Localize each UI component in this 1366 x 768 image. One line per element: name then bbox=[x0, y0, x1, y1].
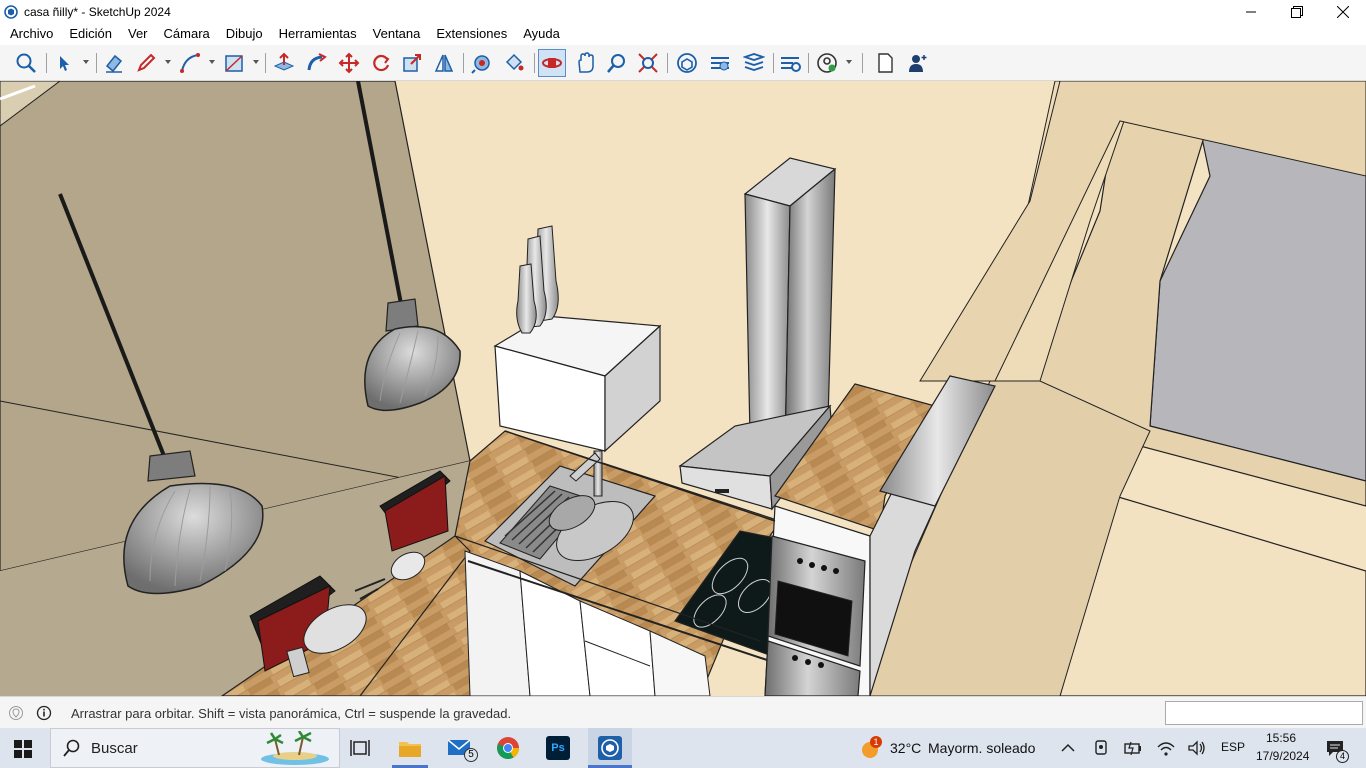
menu-ayuda[interactable]: Ayuda bbox=[515, 23, 568, 45]
clock-time[interactable]: 15:56 bbox=[1266, 731, 1296, 745]
task-view-button[interactable] bbox=[346, 734, 374, 762]
pan-icon[interactable] bbox=[571, 49, 599, 77]
new-file-icon[interactable] bbox=[871, 49, 899, 77]
menu-dibujo[interactable]: Dibujo bbox=[218, 23, 271, 45]
zoom-extents-icon[interactable] bbox=[634, 49, 662, 77]
start-button[interactable] bbox=[14, 740, 32, 763]
mail-badge: 5 bbox=[464, 748, 478, 762]
orbit-icon[interactable] bbox=[538, 49, 566, 77]
zoom-window-icon[interactable] bbox=[12, 49, 40, 77]
menu-ver[interactable]: Ver bbox=[120, 23, 156, 45]
chrome-button[interactable] bbox=[494, 734, 522, 762]
restore-button[interactable] bbox=[1274, 0, 1320, 23]
follow-me-icon[interactable] bbox=[303, 49, 331, 77]
pencil-dropdown-icon[interactable] bbox=[165, 60, 171, 64]
sketchup-taskbar-button[interactable] bbox=[588, 728, 632, 768]
battery-icon[interactable] bbox=[1124, 739, 1142, 757]
volume-icon[interactable] bbox=[1187, 739, 1207, 757]
chrome-icon bbox=[497, 737, 519, 759]
push-pull-icon[interactable] bbox=[270, 49, 298, 77]
window-title: casa ñilly* - SketchUp 2024 bbox=[24, 4, 171, 19]
extension-manager-icon[interactable] bbox=[776, 49, 804, 77]
account-icon[interactable] bbox=[813, 49, 841, 77]
menu-ventana[interactable]: Ventana bbox=[365, 23, 429, 45]
main-toolbar bbox=[0, 45, 1366, 81]
account-dropdown-icon[interactable] bbox=[846, 60, 852, 64]
status-message: Arrastrar para orbitar. Shift = vista pa… bbox=[71, 706, 512, 721]
meet-now-icon[interactable] bbox=[1093, 739, 1109, 757]
rotate-icon[interactable] bbox=[367, 49, 395, 77]
clock-date[interactable]: 17/9/2024 bbox=[1256, 749, 1309, 763]
close-button[interactable] bbox=[1320, 0, 1366, 23]
layout-icon[interactable] bbox=[740, 49, 768, 77]
zoom-icon[interactable] bbox=[603, 49, 631, 77]
folder-icon bbox=[399, 742, 421, 757]
kitchen-model-scene bbox=[0, 81, 1366, 696]
select-icon[interactable] bbox=[50, 49, 78, 77]
menu-edicion[interactable]: Edición bbox=[61, 23, 120, 45]
extension-warehouse-icon[interactable] bbox=[706, 49, 734, 77]
windows-taskbar: Buscar 5 Ps 1 32°C Mayorm. soleado ESP 1… bbox=[0, 728, 1366, 768]
weather-description[interactable]: Mayorm. soleado bbox=[928, 740, 1035, 756]
menu-archivo[interactable]: Archivo bbox=[2, 23, 61, 45]
task-view-icon bbox=[350, 740, 370, 756]
warehouse-icon[interactable] bbox=[673, 49, 701, 77]
sketchup-icon bbox=[598, 736, 622, 760]
weather-badge: 1 bbox=[870, 736, 882, 748]
language-indicator[interactable]: ESP bbox=[1221, 740, 1245, 754]
eraser-icon[interactable] bbox=[100, 49, 128, 77]
measurements-input[interactable] bbox=[1165, 701, 1363, 725]
menu-extensiones[interactable]: Extensiones bbox=[428, 23, 515, 45]
mail-button[interactable]: 5 bbox=[446, 734, 478, 762]
menu-bar: Archivo Edición Ver Cámara Dibujo Herram… bbox=[0, 23, 1366, 45]
menu-camara[interactable]: Cámara bbox=[156, 23, 218, 45]
scale-icon[interactable] bbox=[398, 49, 426, 77]
chevron-up-icon[interactable] bbox=[1060, 742, 1076, 754]
rectangle-icon[interactable] bbox=[220, 49, 248, 77]
wifi-icon[interactable] bbox=[1157, 739, 1175, 757]
arc-icon[interactable] bbox=[176, 49, 204, 77]
photoshop-button[interactable]: Ps bbox=[544, 734, 572, 762]
info-icon[interactable] bbox=[36, 705, 52, 721]
tape-measure-icon[interactable] bbox=[468, 49, 496, 77]
title-bar: casa ñilly* - SketchUp 2024 bbox=[0, 0, 1366, 23]
taskbar-search-box[interactable]: Buscar bbox=[50, 728, 340, 768]
photoshop-icon: Ps bbox=[546, 736, 570, 760]
close-icon bbox=[1337, 5, 1349, 18]
pencil-icon[interactable] bbox=[132, 49, 160, 77]
minimize-icon bbox=[1246, 11, 1256, 12]
profile-icon[interactable] bbox=[903, 49, 931, 77]
restore-icon bbox=[1291, 5, 1303, 18]
menu-herramientas[interactable]: Herramientas bbox=[271, 23, 365, 45]
search-placeholder: Buscar bbox=[91, 739, 138, 757]
notification-count-badge: 4 bbox=[1336, 750, 1349, 763]
minimize-button[interactable] bbox=[1228, 0, 1274, 23]
windows-logo-icon bbox=[14, 740, 32, 758]
move-icon[interactable] bbox=[335, 49, 363, 77]
file-explorer-button[interactable] bbox=[396, 734, 424, 762]
sketchup-logo-icon bbox=[4, 4, 18, 19]
search-icon bbox=[63, 739, 80, 757]
flip-icon[interactable] bbox=[430, 49, 458, 77]
rectangle-dropdown-icon[interactable] bbox=[253, 60, 259, 64]
arc-dropdown-icon[interactable] bbox=[209, 60, 215, 64]
weather-temperature[interactable]: 32°C bbox=[890, 740, 921, 756]
geo-location-icon[interactable] bbox=[8, 705, 24, 721]
paint-bucket-icon[interactable] bbox=[500, 49, 528, 77]
select-dropdown-icon[interactable] bbox=[83, 60, 89, 64]
island-search-highlight-icon bbox=[261, 731, 329, 765]
status-bar: Arrastrar para orbitar. Shift = vista pa… bbox=[0, 696, 1366, 728]
model-viewport[interactable] bbox=[0, 81, 1366, 696]
